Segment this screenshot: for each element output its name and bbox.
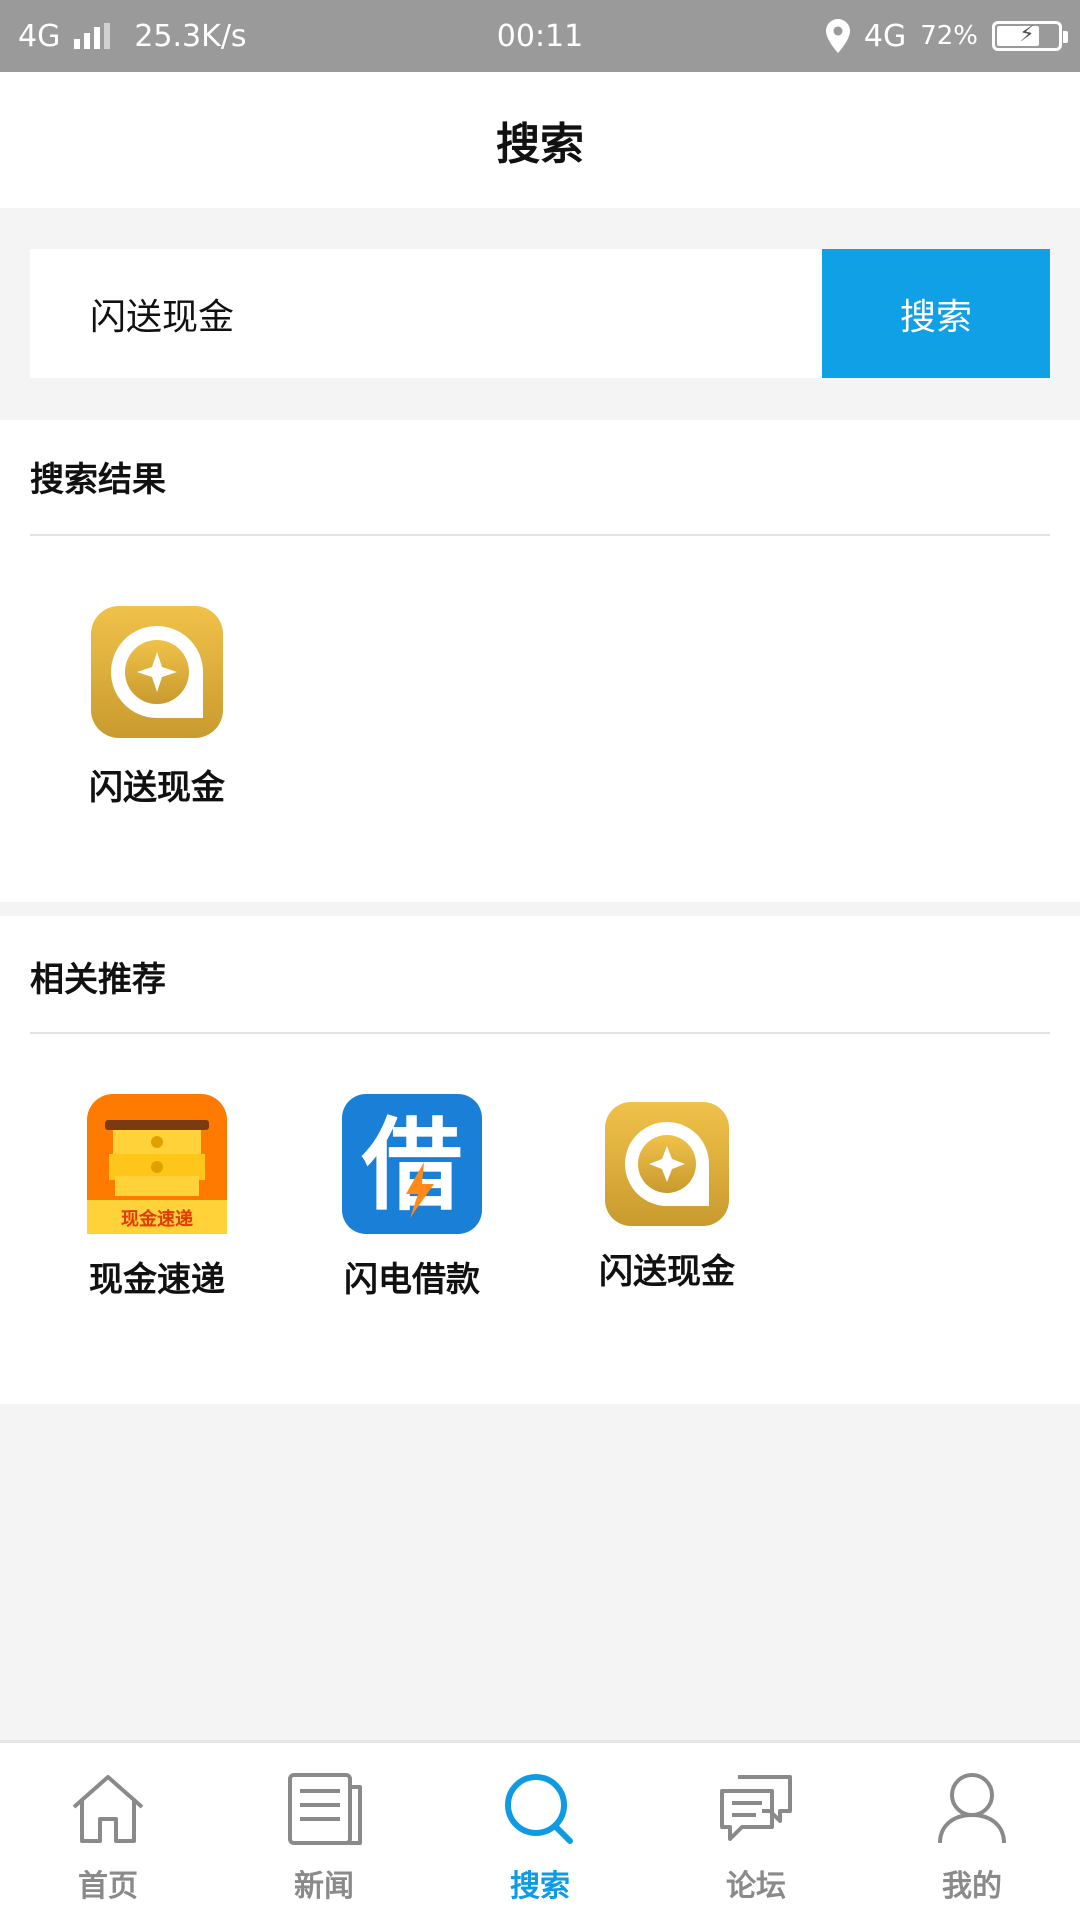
status-left: 4G 25.3K/s — [18, 19, 247, 54]
battery-icon: ⚡ — [992, 21, 1068, 51]
page-title: 搜索 — [496, 119, 584, 170]
borrow-app-icon: 借 — [342, 1094, 482, 1234]
nav-item-news[interactable]: 新闻 — [216, 1743, 432, 1920]
user-icon — [938, 1773, 1006, 1844]
nav-item-home[interactable]: 首页 — [0, 1743, 216, 1920]
bottom-nav: 首页 新闻 搜索 论坛 我的 — [0, 1740, 1080, 1920]
network-type-right: 4G — [863, 18, 907, 54]
search-button[interactable]: 搜索 — [822, 249, 1050, 378]
nav-label: 首页 — [78, 1869, 138, 1904]
result-app-item[interactable]: 闪送现金 — [57, 600, 257, 809]
battery-percent: 72% — [920, 21, 978, 51]
search-area: 搜索 — [0, 208, 1080, 420]
nav-item-search[interactable]: 搜索 — [432, 1743, 648, 1920]
app-label: 闪电借款 — [344, 1260, 480, 1300]
page-header: 搜索 — [0, 72, 1080, 208]
app-label: 闪送现金 — [89, 768, 225, 808]
recommendations-title: 相关推荐 — [30, 960, 166, 1000]
search-input[interactable] — [30, 249, 822, 378]
rec-app-item-cash-express[interactable]: 现金速递 现金速递 — [57, 1092, 257, 1301]
bolt-icon: ⚡ — [1019, 22, 1035, 47]
nav-item-profile[interactable]: 我的 — [864, 1743, 1080, 1920]
app-label: 闪送现金 — [599, 1252, 735, 1292]
recommendations-section: 相关推荐 现金速递 现金速递 借 闪电借款 闪送现金 — [0, 916, 1080, 1404]
divider — [30, 1032, 1050, 1034]
search-results-section: 搜索结果 闪送现金 — [0, 420, 1080, 902]
chat-icon — [720, 1775, 792, 1841]
nav-label: 搜索 — [510, 1869, 570, 1904]
nav-label: 论坛 — [726, 1869, 786, 1904]
gold-coin-app-icon — [605, 1102, 729, 1226]
search-box: 搜索 — [30, 249, 1050, 378]
gold-coin-app-icon — [91, 606, 223, 738]
home-icon — [72, 1775, 144, 1843]
status-bar: 4G 25.3K/s 00:11 4G 72% ⚡ — [0, 0, 1080, 72]
signal-icon — [74, 23, 111, 49]
nav-label: 新闻 — [294, 1869, 354, 1904]
location-icon — [825, 19, 850, 53]
rec-app-item-borrow[interactable]: 借 闪电借款 — [312, 1092, 512, 1301]
cash-express-icon-text: 现金速递 — [121, 1208, 193, 1230]
nav-label: 我的 — [942, 1869, 1002, 1904]
app-label: 现金速递 — [89, 1260, 225, 1300]
nav-item-forum[interactable]: 论坛 — [648, 1743, 864, 1920]
status-right: 4G 72% ⚡ — [825, 18, 1068, 54]
cash-express-app-icon: 现金速递 — [87, 1094, 227, 1234]
network-speed: 25.3K/s — [134, 18, 247, 54]
results-title: 搜索结果 — [30, 460, 166, 500]
search-icon — [505, 1774, 573, 1844]
divider — [30, 534, 1050, 536]
rec-app-item-gold-coin[interactable]: 闪送现金 — [567, 1092, 767, 1293]
news-icon — [288, 1773, 362, 1845]
borrow-icon-text: 借 — [361, 1107, 462, 1224]
network-type: 4G — [18, 18, 61, 54]
